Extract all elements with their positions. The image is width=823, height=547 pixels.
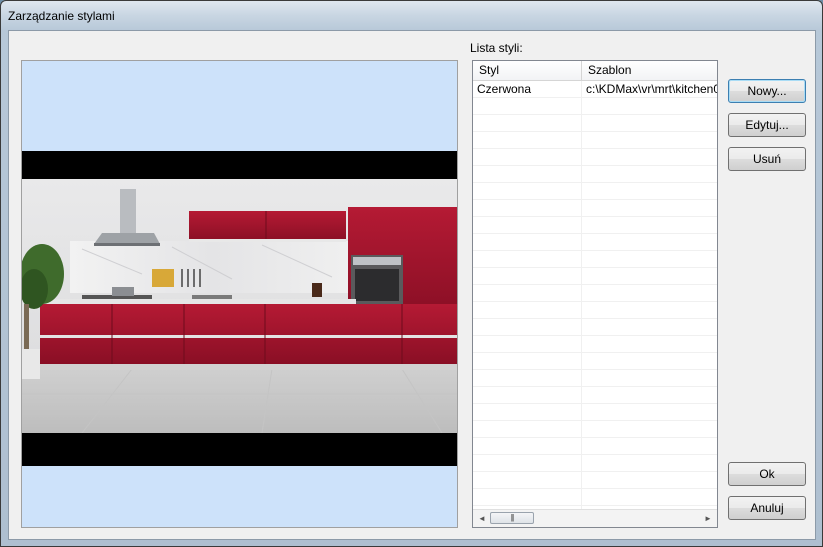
cell-styl — [473, 387, 582, 403]
cell-styl — [473, 353, 582, 369]
cancel-button[interactable]: Anuluj — [728, 496, 806, 520]
letterbox-bottom — [22, 433, 457, 466]
cell-szablon — [582, 98, 717, 114]
empty-row — [473, 149, 717, 166]
cell-szablon: c:\KDMax\vr\mrt\kitchen0 — [586, 82, 718, 96]
empty-row — [473, 98, 717, 115]
delete-button[interactable]: Usuń — [728, 147, 806, 171]
empty-row — [473, 217, 717, 234]
empty-row — [473, 285, 717, 302]
style-preview-pane — [21, 60, 458, 528]
empty-row — [473, 319, 717, 336]
cell-szablon — [582, 132, 717, 148]
empty-row — [473, 438, 717, 455]
cell-styl — [473, 132, 582, 148]
cell-styl — [473, 336, 582, 352]
cell-styl — [473, 183, 582, 199]
list-header: Styl Szablon — [473, 61, 717, 81]
cell-styl — [473, 166, 582, 182]
table-row[interactable]: Czerwona c:\KDMax\vr\mrt\kitchen0 — [473, 81, 717, 98]
cell-szablon — [582, 387, 717, 403]
empty-row — [473, 251, 717, 268]
empty-row — [473, 336, 717, 353]
style-list-view[interactable]: Styl Szablon Czerwona c:\KDMax\vr\mrt\kit… — [472, 60, 718, 528]
cell-szablon — [582, 319, 717, 335]
cell-szablon — [582, 438, 717, 454]
cell-styl — [473, 319, 582, 335]
cell-styl — [473, 98, 582, 114]
cell-szablon — [582, 302, 717, 318]
cell-styl — [473, 234, 582, 250]
cell-styl — [473, 370, 582, 386]
empty-row — [473, 200, 717, 217]
cell-styl — [473, 251, 582, 267]
cell-szablon — [582, 200, 717, 216]
scroll-thumb[interactable]: ||| — [490, 512, 534, 524]
scroll-left-icon[interactable]: ◄ — [475, 513, 489, 524]
empty-row — [473, 370, 717, 387]
ok-button[interactable]: Ok — [728, 462, 806, 486]
cell-szablon — [582, 353, 717, 369]
edit-button[interactable]: Edytuj... — [728, 113, 806, 137]
empty-row — [473, 132, 717, 149]
empty-row — [473, 353, 717, 370]
cell-styl — [473, 217, 582, 233]
cell-szablon — [582, 455, 717, 471]
cell-szablon — [582, 149, 717, 165]
cell-styl — [473, 489, 582, 505]
column-header-styl[interactable]: Styl — [473, 61, 582, 80]
letterbox-top — [22, 151, 457, 179]
cell-styl — [473, 268, 582, 284]
cell-szablon — [582, 234, 717, 250]
style-list-label: Lista styli: — [470, 41, 523, 55]
cell-styl — [473, 472, 582, 488]
horizontal-scrollbar[interactable]: ◄ ||| ► — [473, 509, 717, 527]
cell-styl — [473, 200, 582, 216]
cell-szablon — [582, 370, 717, 386]
empty-row — [473, 472, 717, 489]
cell-szablon — [582, 251, 717, 267]
empty-row — [473, 234, 717, 251]
cell-styl — [473, 438, 582, 454]
empty-row — [473, 455, 717, 472]
cell-szablon — [582, 268, 717, 284]
cell-styl — [473, 404, 582, 420]
column-header-szablon[interactable]: Szablon — [582, 61, 717, 80]
empty-row — [473, 404, 717, 421]
cell-styl — [473, 421, 582, 437]
empty-row — [473, 166, 717, 183]
empty-row — [473, 183, 717, 200]
cell-styl: Czerwona — [473, 81, 582, 97]
scroll-right-icon[interactable]: ► — [701, 513, 715, 524]
new-button[interactable]: Nowy... — [728, 79, 806, 103]
cell-szablon — [582, 421, 717, 437]
window-title: Zarządzanie stylami — [8, 9, 115, 23]
empty-row — [473, 302, 717, 319]
cell-szablon — [582, 489, 717, 505]
title-bar[interactable]: Zarządzanie stylami — [1, 1, 822, 31]
empty-row — [473, 421, 717, 438]
cell-szablon — [582, 404, 717, 420]
cell-styl — [473, 115, 582, 131]
empty-row — [473, 115, 717, 132]
cell-szablon — [582, 336, 717, 352]
cell-szablon — [582, 115, 717, 131]
cell-szablon — [582, 472, 717, 488]
list-rows: Czerwona c:\KDMax\vr\mrt\kitchen0 — [473, 81, 717, 523]
kitchen-preview-image — [22, 179, 457, 433]
cell-styl — [473, 149, 582, 165]
cell-szablon — [582, 183, 717, 199]
cell-styl — [473, 285, 582, 301]
dialog-client-area: Lista styli: Styl Szablon Czerwona c:\KDM… — [8, 30, 816, 540]
cell-szablon — [582, 166, 717, 182]
cell-szablon — [582, 285, 717, 301]
cell-styl — [473, 302, 582, 318]
empty-row — [473, 489, 717, 506]
cell-styl — [473, 455, 582, 471]
empty-row — [473, 387, 717, 404]
dialog-window: Zarządzanie stylami Lista styli: Styl Sz… — [0, 0, 823, 547]
empty-row — [473, 268, 717, 285]
cell-szablon — [582, 217, 717, 233]
